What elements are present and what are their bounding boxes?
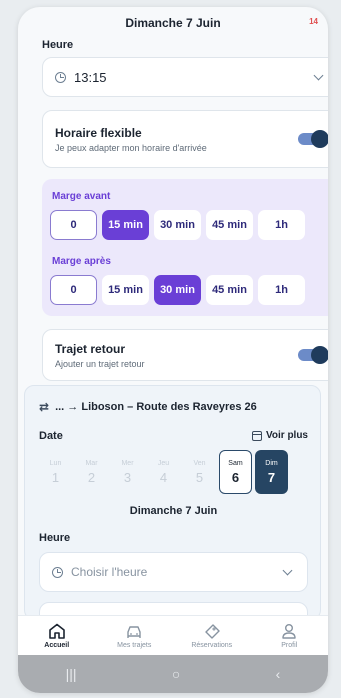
marge-avant-option-1h[interactable]: 1h bbox=[258, 210, 305, 240]
nav-reservations[interactable]: Réservations bbox=[176, 623, 248, 649]
marge-avant-option-30[interactable]: 30 min bbox=[154, 210, 201, 240]
nav-profil[interactable]: Profil bbox=[253, 623, 325, 649]
retour-title: Trajet retour bbox=[55, 341, 126, 356]
chevron-down-icon bbox=[313, 70, 324, 80]
retour-details: ⇄ ... → Liboson – Route des Raveyres 26 … bbox=[24, 385, 321, 632]
marge-avant-options: 0 15 min 30 min 45 min 1h bbox=[50, 210, 305, 240]
heure-label: Heure bbox=[42, 39, 74, 51]
flexible-subtitle: Je peux adapter mon horaire d'arrivée bbox=[55, 142, 207, 153]
day-lun: Lun 1 bbox=[49, 459, 62, 485]
retour-card: Trajet retour Ajouter un trajet retour bbox=[42, 329, 328, 381]
retour-heure-placeholder: Choisir l'heure bbox=[71, 565, 148, 579]
clock-icon bbox=[52, 566, 63, 578]
day-picker: Lun 1 Mar 2 Mer 3 Jeu 4 Ven 5 Sam 6 Dim 7 bbox=[39, 450, 288, 494]
chevron-down-icon bbox=[282, 565, 293, 575]
marge-apres-label: Marge après bbox=[52, 256, 111, 267]
day-sam[interactable]: Sam 6 bbox=[219, 450, 252, 494]
recent-apps-icon[interactable]: ||| bbox=[66, 666, 77, 682]
day-ven: Ven 5 bbox=[193, 459, 206, 485]
day-jeu: Jeu 4 bbox=[157, 459, 170, 485]
calendar-icon bbox=[251, 430, 262, 441]
day-mar: Mar 2 bbox=[85, 459, 98, 485]
home-circle-icon[interactable]: ○ bbox=[172, 666, 180, 682]
swap-icon: ⇄ bbox=[39, 400, 50, 414]
marge-apres-option-0[interactable]: 0 bbox=[50, 275, 97, 305]
nav-accueil[interactable]: Accueil bbox=[21, 623, 93, 649]
marge-apres-options: 0 15 min 30 min 45 min 1h bbox=[50, 275, 305, 305]
heure-select[interactable]: 13:15 bbox=[42, 57, 328, 97]
day-mer: Mer 3 bbox=[121, 459, 134, 485]
day-dim[interactable]: Dim 7 bbox=[255, 450, 288, 494]
date-label: Date bbox=[39, 430, 63, 442]
marge-apres-option-15[interactable]: 15 min bbox=[102, 275, 149, 305]
bottom-nav: Accueil Mes trajets Réservations Profil bbox=[18, 615, 328, 655]
marge-apres-option-1h[interactable]: 1h bbox=[258, 275, 305, 305]
clock-icon bbox=[55, 71, 66, 83]
heure-value: 13:15 bbox=[74, 69, 107, 85]
ticket-icon bbox=[205, 623, 220, 639]
retour-heure-select[interactable]: Choisir l'heure bbox=[39, 552, 308, 592]
marge-apres-option-45[interactable]: 45 min bbox=[206, 275, 253, 305]
system-nav-bar: ||| ○ ‹ bbox=[18, 655, 328, 693]
nav-accueil-label: Accueil bbox=[44, 641, 70, 649]
voir-plus-label: Voir plus bbox=[265, 430, 308, 441]
user-icon bbox=[282, 623, 296, 639]
home-icon bbox=[48, 623, 65, 639]
retour-subtitle: Ajouter un trajet retour bbox=[55, 358, 145, 369]
nav-mes-trajets-label: Mes trajets bbox=[117, 641, 152, 649]
nav-profil-label: Profil bbox=[281, 641, 298, 649]
back-icon[interactable]: ‹ bbox=[276, 666, 281, 682]
top-date-header: Dimanche 7 Juin bbox=[125, 17, 221, 27]
retour-selected-date: Dimanche 7 Juin bbox=[129, 505, 218, 517]
retour-route-text: ... → Liboson – Route des Raveyres 26 bbox=[55, 401, 257, 413]
marge-apres-option-30[interactable]: 30 min bbox=[154, 275, 201, 305]
marge-avant-option-0[interactable]: 0 bbox=[50, 210, 97, 240]
car-icon bbox=[127, 625, 141, 638]
marge-avant-option-15[interactable]: 15 min bbox=[102, 210, 149, 240]
nav-reservations-label: Réservations bbox=[191, 641, 233, 649]
voir-plus-button[interactable]: Voir plus bbox=[251, 430, 308, 441]
flexible-card: Horaire flexible Je peux adapter mon hor… bbox=[42, 110, 328, 168]
marge-avant-option-45[interactable]: 45 min bbox=[206, 210, 253, 240]
retour-route: ⇄ ... → Liboson – Route des Raveyres 26 bbox=[39, 400, 257, 414]
retour-toggle[interactable] bbox=[298, 346, 328, 364]
retour-heure-label: Heure bbox=[39, 532, 71, 544]
flexible-title: Horaire flexible bbox=[55, 125, 142, 140]
nav-mes-trajets[interactable]: Mes trajets bbox=[98, 623, 170, 649]
margin-panel: Marge avant 0 15 min 30 min 45 min 1h Ma… bbox=[42, 179, 328, 316]
marge-avant-label: Marge avant bbox=[52, 191, 111, 202]
app-screen: 14 Dimanche 7 Juin Heure 13:15 Horaire f… bbox=[18, 7, 328, 693]
flexible-toggle[interactable] bbox=[298, 130, 328, 148]
